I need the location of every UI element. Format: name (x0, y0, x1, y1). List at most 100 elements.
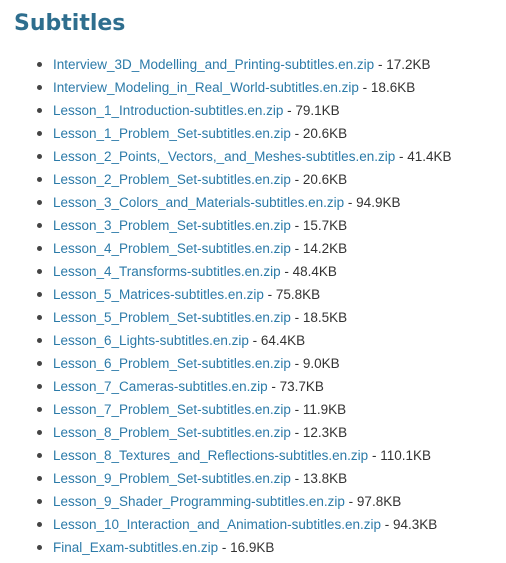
bullet-icon (37, 384, 42, 389)
list-item: Lesson_10_Interaction_and_Animation-subt… (0, 513, 452, 536)
file-link[interactable]: Final_Exam-subtitles.en.zip (53, 540, 218, 555)
file-size: - 17.2KB (374, 57, 431, 72)
file-size-value: 94.3KB (392, 517, 438, 532)
file-size: - 11.9KB (290, 402, 347, 417)
file-size: - 20.6KB (290, 172, 348, 187)
file-link[interactable]: Lesson_4_Problem_Set-subtitles.en.zip (53, 241, 291, 256)
file-size-value: 20.6KB (302, 126, 348, 141)
file-size-value: 110.1KB (380, 448, 431, 463)
bullet-icon (37, 246, 42, 251)
list-item: Lesson_8_Problem_Set-subtitles.en.zip - … (0, 421, 452, 444)
file-link[interactable]: Lesson_3_Problem_Set-subtitles.en.zip (53, 218, 291, 233)
file-size-value: 18.6KB (370, 80, 416, 95)
file-link[interactable]: Interview_3D_Modelling_and_Printing-subt… (53, 57, 374, 72)
file-link[interactable]: Lesson_7_Cameras-subtitles.en.zip (53, 379, 268, 394)
bullet-icon (37, 200, 42, 205)
list-item: Interview_3D_Modelling_and_Printing-subt… (0, 53, 452, 76)
list-item: Lesson_9_Problem_Set-subtitles.en.zip - … (0, 467, 452, 490)
file-size: - 13.8KB (290, 471, 348, 486)
list-item: Interview_Modeling_in_Real_World-subtitl… (0, 76, 452, 99)
file-size: - 94.9KB (344, 195, 401, 210)
bullet-icon (37, 476, 42, 481)
file-size: - 16.9KB (218, 540, 275, 555)
file-link[interactable]: Lesson_6_Lights-subtitles.en.zip (53, 333, 249, 348)
bullet-icon (37, 223, 42, 228)
file-link[interactable]: Interview_Modeling_in_Real_World-subtitl… (53, 80, 359, 95)
list-item: Lesson_6_Problem_Set-subtitles.en.zip - … (0, 352, 452, 375)
file-size-value: 79.1KB (295, 103, 340, 118)
bullet-icon (37, 108, 42, 113)
file-link[interactable]: Lesson_8_Textures_and_Reflections-subtit… (53, 448, 368, 463)
file-size: - 73.7KB (267, 379, 324, 394)
file-link[interactable]: Lesson_10_Interaction_and_Animation-subt… (53, 517, 381, 532)
file-size-value: 14.2KB (302, 241, 348, 256)
file-link[interactable]: Lesson_1_Problem_Set-subtitles.en.zip (53, 126, 291, 141)
file-size: - 110.1KB (368, 448, 431, 463)
file-size-value: 13.8KB (302, 471, 348, 486)
bullet-icon (37, 85, 42, 90)
file-link[interactable]: Lesson_7_Problem_Set-subtitles.en.zip (53, 402, 291, 417)
file-size: - 14.2KB (290, 241, 348, 256)
file-link[interactable]: Lesson_2_Points,_Vectors,_and_Meshes-sub… (53, 149, 395, 164)
file-size: - 15.7KB (290, 218, 348, 233)
list-item: Lesson_1_Introduction-subtitles.en.zip -… (0, 99, 452, 122)
bullet-icon (37, 292, 42, 297)
file-size-value: 9.0KB (302, 356, 340, 371)
file-size-value: 16.9KB (230, 540, 275, 555)
file-size: - 41.4KB (395, 149, 452, 164)
file-size-value: 17.2KB (386, 57, 431, 72)
file-link[interactable]: Lesson_4_Transforms-subtitles.en.zip (53, 264, 281, 279)
bullet-icon (37, 62, 42, 67)
bullet-icon (37, 269, 42, 274)
subtitle-file-list: Interview_3D_Modelling_and_Printing-subt… (0, 53, 452, 559)
list-item: Lesson_1_Problem_Set-subtitles.en.zip - … (0, 122, 452, 145)
file-size-value: 41.4KB (407, 149, 452, 164)
bullet-icon (37, 407, 42, 412)
file-size-value: 94.9KB (356, 195, 401, 210)
file-size: - 94.3KB (380, 517, 438, 532)
file-size-value: 97.8KB (356, 494, 402, 509)
bullet-icon (37, 154, 42, 159)
list-item: Final_Exam-subtitles.en.zip - 16.9KB (0, 536, 452, 559)
file-size: - 18.6KB (358, 80, 416, 95)
file-link[interactable]: Lesson_5_Problem_Set-subtitles.en.zip (53, 310, 291, 325)
list-item: Lesson_4_Transforms-subtitles.en.zip - 4… (0, 260, 452, 283)
list-item: Lesson_4_Problem_Set-subtitles.en.zip - … (0, 237, 452, 260)
file-size: - 64.4KB (248, 333, 306, 348)
list-item: Lesson_2_Points,_Vectors,_and_Meshes-sub… (0, 145, 452, 168)
bullet-icon (37, 315, 42, 320)
file-size-value: 11.9KB (302, 402, 347, 417)
list-item: Lesson_8_Textures_and_Reflections-subtit… (0, 444, 452, 467)
file-size: - 75.8KB (263, 287, 321, 302)
list-item: Lesson_2_Problem_Set-subtitles.en.zip - … (0, 168, 452, 191)
file-link[interactable]: Lesson_6_Problem_Set-subtitles.en.zip (53, 356, 291, 371)
file-size-value: 48.4KB (292, 264, 337, 279)
file-size-value: 20.6KB (302, 172, 348, 187)
list-item: Lesson_9_Shader_Programming-subtitles.en… (0, 490, 452, 513)
list-item: Lesson_7_Cameras-subtitles.en.zip - 73.7… (0, 375, 452, 398)
file-size: - 79.1KB (283, 103, 340, 118)
list-item: Lesson_3_Problem_Set-subtitles.en.zip - … (0, 214, 452, 237)
file-size: - 18.5KB (290, 310, 348, 325)
file-size: - 12.3KB (290, 425, 348, 440)
file-link[interactable]: Lesson_2_Problem_Set-subtitles.en.zip (53, 172, 291, 187)
file-link[interactable]: Lesson_5_Matrices-subtitles.en.zip (53, 287, 264, 302)
bullet-icon (37, 430, 42, 435)
file-size-value: 73.7KB (279, 379, 324, 394)
bullet-icon (37, 361, 42, 366)
file-link[interactable]: Lesson_1_Introduction-subtitles.en.zip (53, 103, 283, 118)
file-link[interactable]: Lesson_9_Problem_Set-subtitles.en.zip (53, 471, 291, 486)
list-item: Lesson_6_Lights-subtitles.en.zip - 64.4K… (0, 329, 452, 352)
file-link[interactable]: Lesson_8_Problem_Set-subtitles.en.zip (53, 425, 291, 440)
file-link[interactable]: Lesson_3_Colors_and_Materials-subtitles.… (53, 195, 344, 210)
file-size: - 9.0KB (290, 356, 340, 371)
bullet-icon (37, 338, 42, 343)
file-size-value: 18.5KB (302, 310, 348, 325)
bullet-icon (37, 499, 42, 504)
file-size: - 97.8KB (344, 494, 402, 509)
file-link[interactable]: Lesson_9_Shader_Programming-subtitles.en… (53, 494, 345, 509)
bullet-icon (37, 453, 42, 458)
bullet-icon (37, 177, 42, 182)
bullet-icon (37, 545, 42, 550)
list-item: Lesson_5_Matrices-subtitles.en.zip - 75.… (0, 283, 452, 306)
